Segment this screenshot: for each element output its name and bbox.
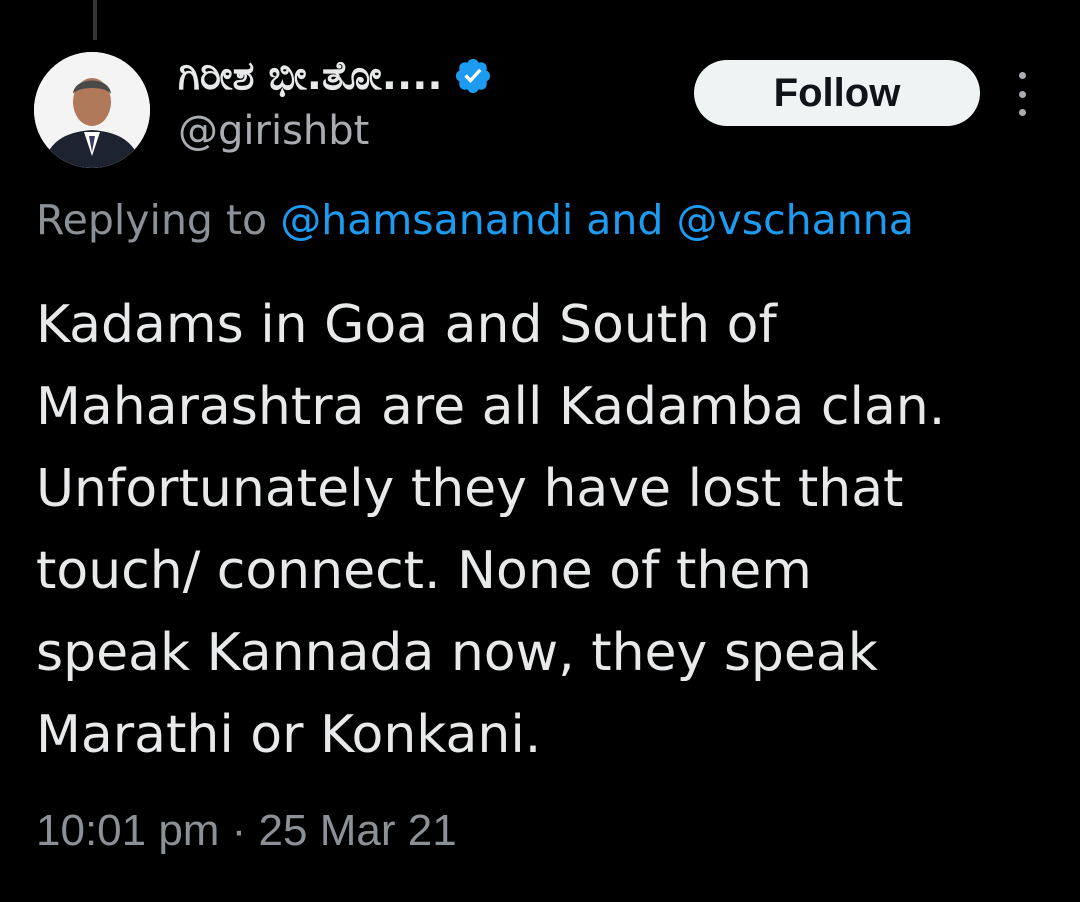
replying-to-conjunction: and — [586, 196, 664, 244]
tweet-text-line: Unfortunately they have lost that — [36, 459, 904, 519]
mention-link-vschanna[interactable]: @vschanna — [676, 196, 913, 244]
mention-link-hamsanandi[interactable]: @hamsanandi — [280, 196, 573, 244]
more-dot — [1018, 109, 1026, 116]
more-dot — [1018, 90, 1026, 98]
author-handle[interactable]: @girishbt — [178, 108, 369, 154]
tweet-timestamp[interactable]: 10:01 pm · 25 Mar 21 — [36, 806, 457, 856]
follow-button[interactable]: Follow — [694, 60, 980, 126]
avatar-image — [34, 52, 150, 168]
tweet-text: Kadams in Goa and South of Maharashtra a… — [36, 284, 1056, 776]
replying-to-line: Replying to @hamsanandi and @vschanna — [36, 196, 914, 244]
verified-badge-icon — [455, 58, 490, 94]
more-dot — [1018, 72, 1026, 79]
replying-to-prefix: Replying to — [36, 196, 268, 244]
thread-connector-line — [93, 0, 97, 40]
avatar[interactable] — [34, 52, 150, 168]
more-options-icon[interactable] — [1010, 72, 1034, 116]
author-display-name[interactable]: ಗಿರೀಶ ಭೀ.ತೋ.... — [178, 53, 443, 99]
tweet-text-line: speak Kannada now, they speak — [36, 623, 878, 683]
author-name-row: ಗಿರೀಶ ಭೀ.ತೋ.... — [178, 48, 493, 104]
tweet-text-line: Maharashtra are all Kadamba clan. — [36, 377, 946, 437]
tweet-text-line: touch/ connect. None of them — [36, 541, 812, 601]
tweet-text-line: Kadams in Goa and South of — [36, 295, 777, 355]
tweet-text-line: Marathi or Konkani. — [36, 705, 542, 765]
